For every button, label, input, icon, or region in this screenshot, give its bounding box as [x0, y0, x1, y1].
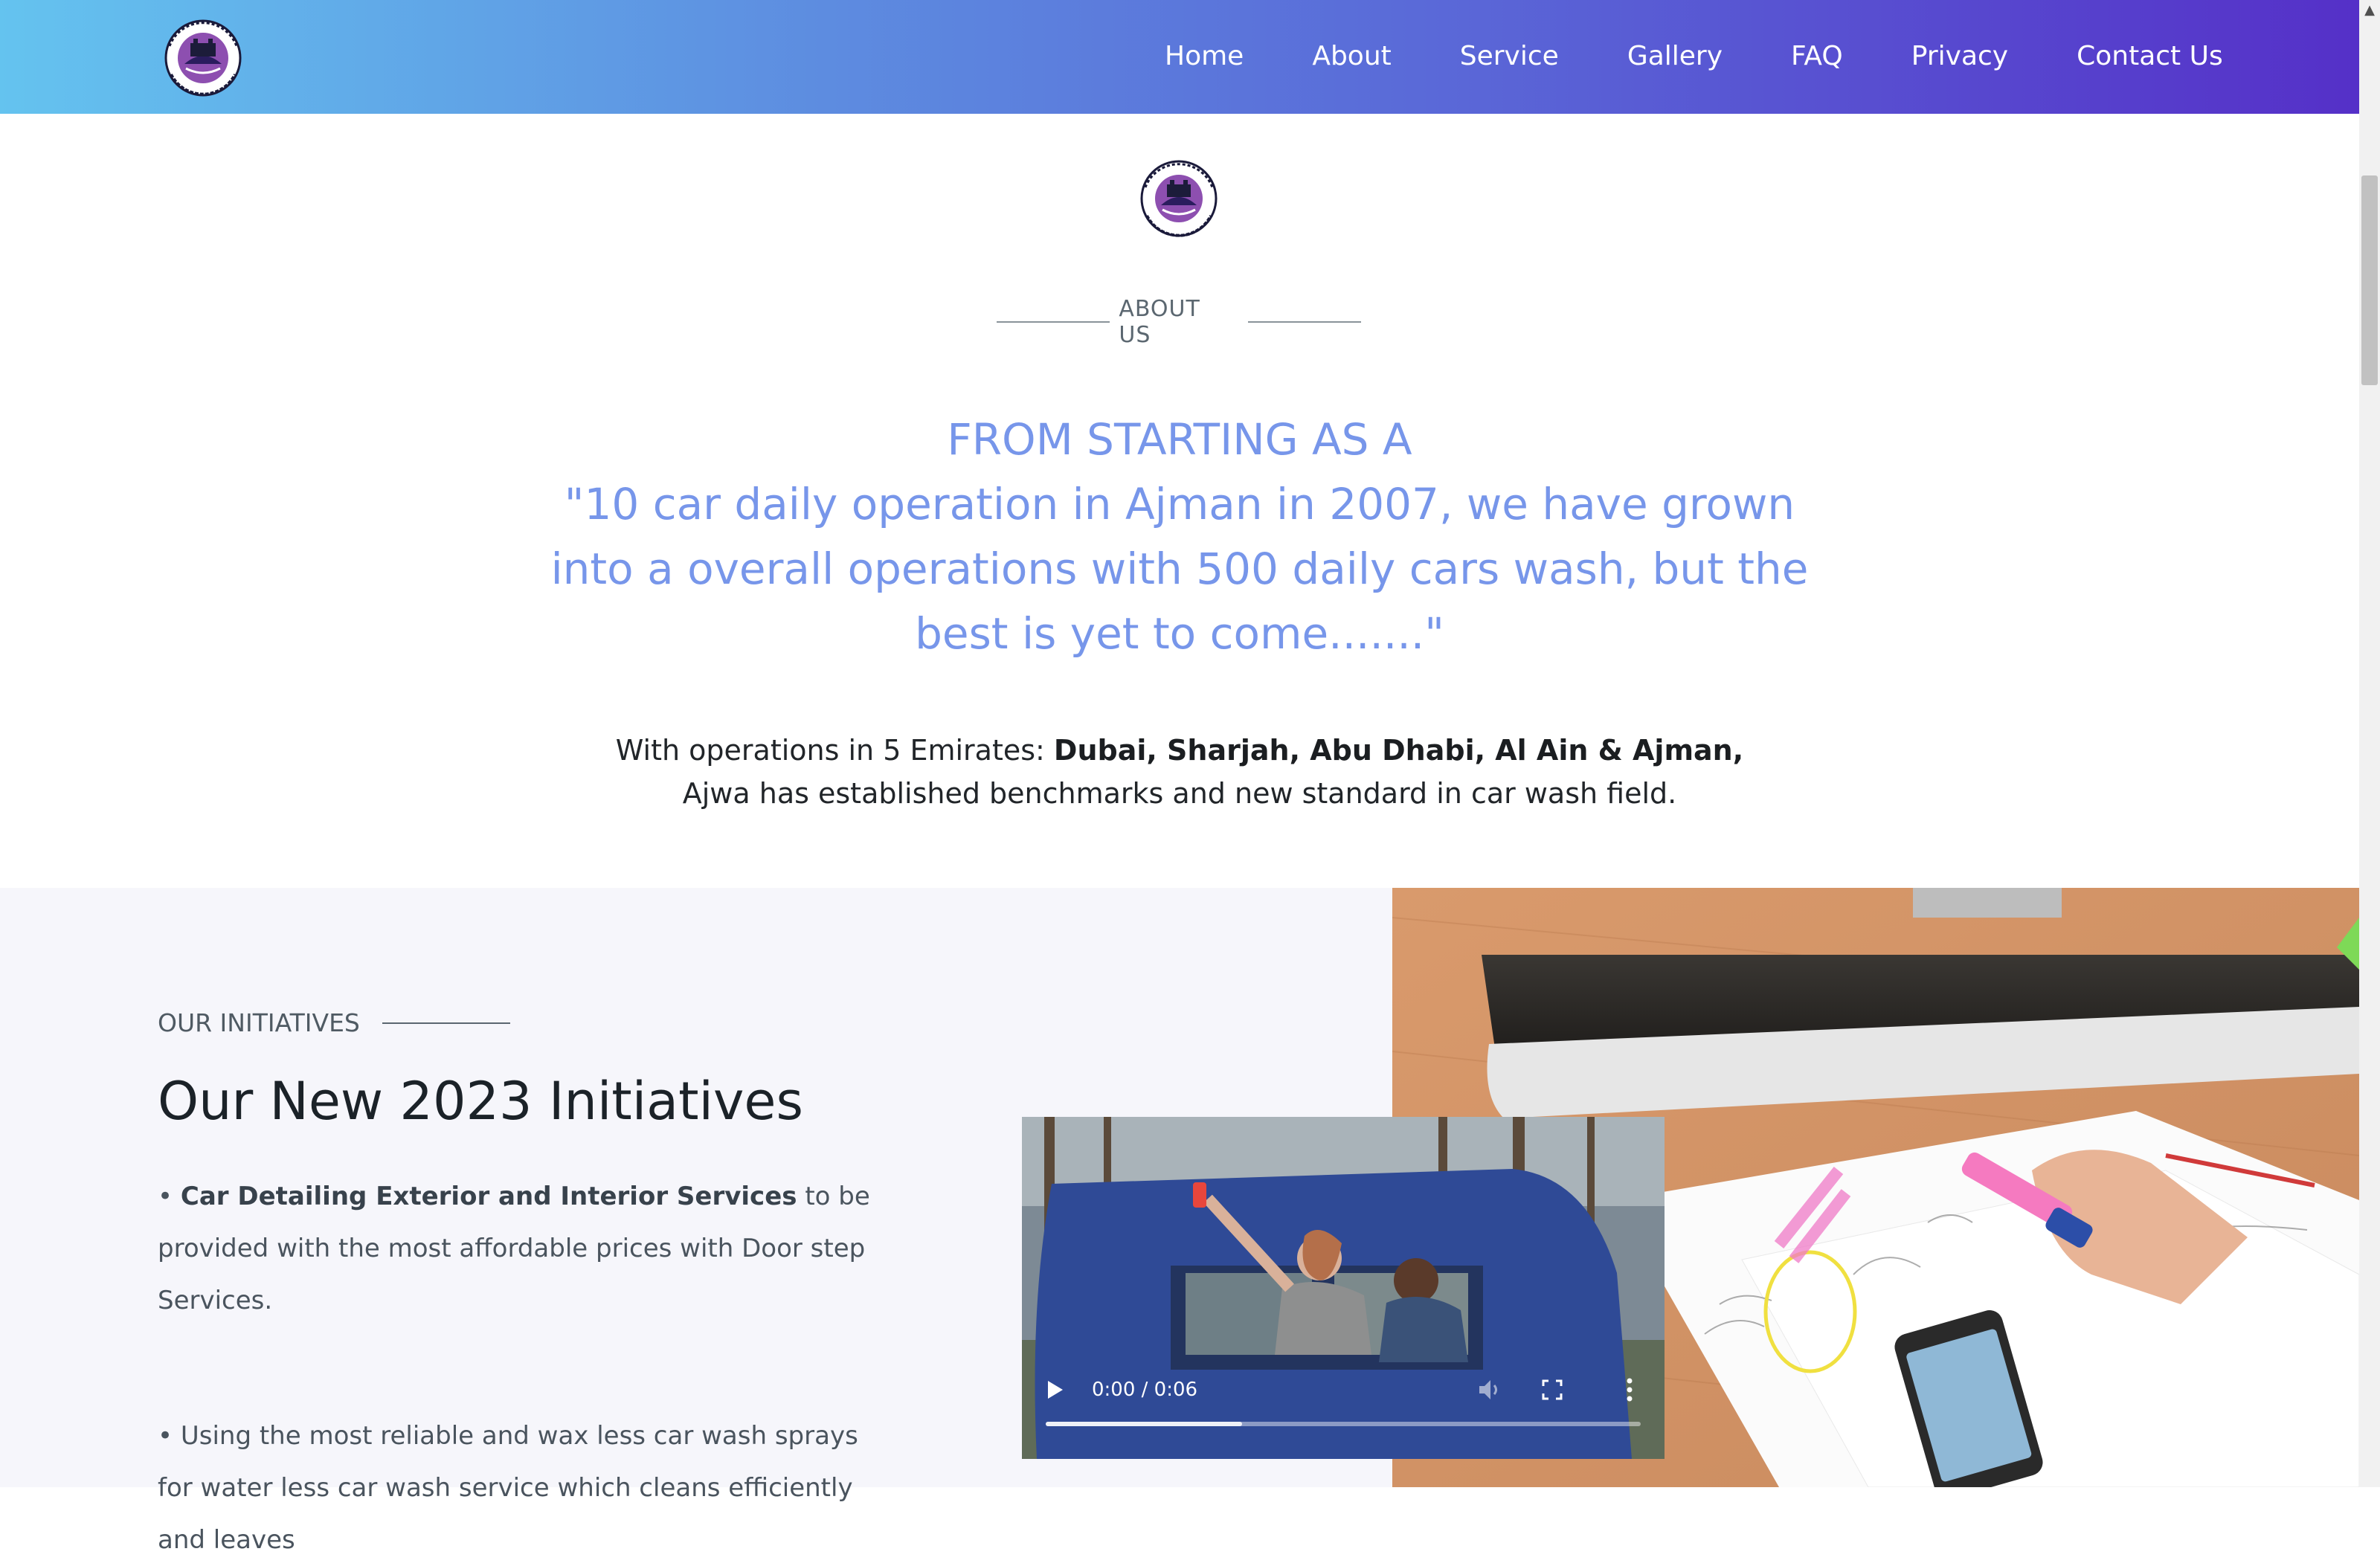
initiative-item-waterless: • Using the most reliable and wax less c… [158, 1410, 872, 1566]
volume-icon[interactable] [1477, 1377, 1504, 1405]
about-us-label: ABOUT US [1119, 296, 1200, 348]
headline-line-1: FROM STARTING AS A [947, 414, 1412, 465]
headline-quote: "10 car daily operation in Ajman in 2007… [550, 479, 1809, 659]
about-logo [1135, 156, 1223, 239]
main-navigation: Home About Service Gallery FAQ Privacy C… [1116, 0, 2257, 112]
initiatives-rule [382, 1022, 510, 1024]
video-time-display: 0:00 / 0:06 [1092, 1379, 1198, 1401]
video-player[interactable]: 0:00 / 0:06 [1022, 1117, 1665, 1459]
initiative-item-detailing: • Car Detailing Exterior and Interior Se… [158, 1170, 872, 1327]
nav-service[interactable]: Service [1460, 41, 1559, 71]
about-us-eyebrow: ABOUT US [997, 296, 1361, 348]
initiative-item-detailing-title: Car Detailing Exterior and Interior Serv… [180, 1182, 797, 1211]
nav-about[interactable]: About [1312, 41, 1391, 71]
initiatives-section: OUR INITIATIVES Our New 2023 Initiatives… [0, 888, 2359, 1555]
bullet-marker: • [158, 1421, 173, 1451]
scrollbar-thumb[interactable] [2361, 175, 2378, 385]
more-options-icon[interactable] [1626, 1377, 1633, 1405]
header-logo[interactable] [156, 16, 250, 98]
initiative-item-waterless-text: Using the most reliable and wax less car… [158, 1421, 858, 1555]
about-headline: FROM STARTING AS A "10 car daily operati… [521, 407, 1839, 666]
nav-contact-us[interactable]: Contact Us [2077, 41, 2223, 71]
page-scrollbar[interactable]: ▲ [2359, 0, 2380, 1487]
initiatives-title: Our New 2023 Initiatives [158, 1071, 803, 1132]
scroll-up-arrow-icon[interactable]: ▲ [2359, 0, 2380, 21]
video-progress-bar[interactable] [1046, 1422, 1641, 1426]
bullet-marker: • [158, 1182, 173, 1211]
operations-prefix: With operations in 5 Emirates: [615, 734, 1054, 767]
play-icon[interactable] [1046, 1379, 1065, 1404]
initiatives-label: OUR INITIATIVES [158, 1008, 360, 1037]
eyebrow-rule-right [1247, 321, 1361, 323]
nav-faq[interactable]: FAQ [1791, 41, 1843, 71]
initiatives-eyebrow: OUR INITIATIVES [158, 1008, 510, 1037]
operations-suffix: Ajwa has established benchmarks and new … [682, 777, 1677, 810]
top-navbar: Home About Service Gallery FAQ Privacy C… [0, 0, 2359, 114]
operations-emirates: Dubai, Sharjah, Abu Dhabi, Al Ain & Ajma… [1053, 734, 1744, 767]
nav-gallery[interactable]: Gallery [1627, 41, 1723, 71]
operations-paragraph: With operations in 5 Emirates: Dubai, Sh… [580, 729, 1779, 815]
nav-home[interactable]: Home [1165, 41, 1244, 71]
eyebrow-rule-left [997, 321, 1110, 323]
nav-privacy[interactable]: Privacy [1911, 41, 2008, 71]
video-progress-fill [1046, 1422, 1242, 1426]
fullscreen-icon[interactable] [1541, 1379, 1563, 1404]
